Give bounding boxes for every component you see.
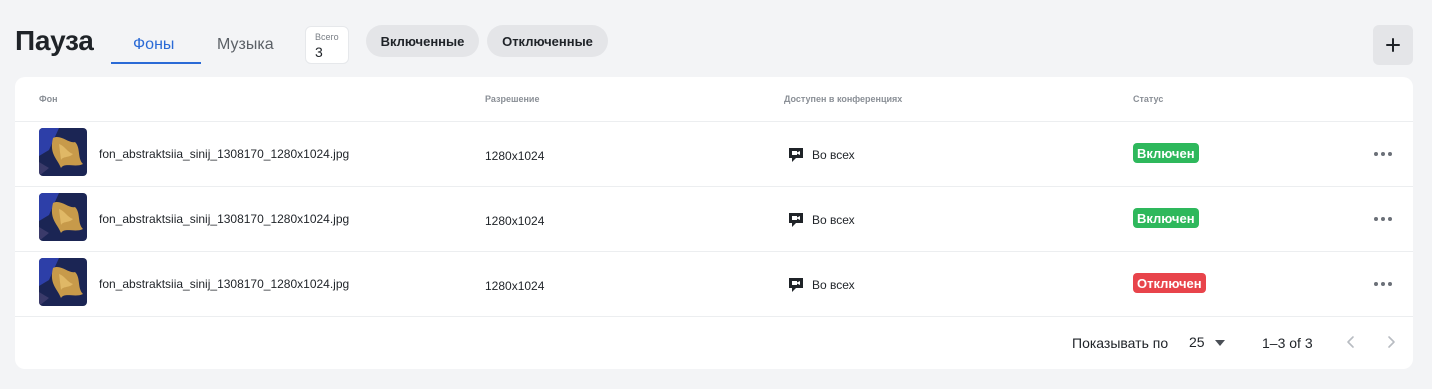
total-label: Всего bbox=[315, 32, 339, 42]
rows-per-page-select[interactable]: 25 bbox=[1189, 334, 1226, 352]
conferences-availability: Во всех bbox=[812, 278, 855, 292]
table-footer-divider bbox=[15, 316, 1413, 317]
rows-per-page-label: Показывать по bbox=[1072, 335, 1169, 351]
total-counter: Всего 3 bbox=[305, 26, 349, 64]
page-header: Пауза Фоны Музыка Всего 3 Включенные Отк… bbox=[0, 0, 1432, 76]
backgrounds-table: Фон Разрешение Доступен в конференциях С… bbox=[15, 77, 1413, 369]
video-conference-icon bbox=[789, 213, 803, 227]
table-row[interactable]: fon_abstraktsiia_sinij_1308170_1280x1024… bbox=[15, 186, 1413, 251]
pagination-range: 1–3 of 3 bbox=[1262, 335, 1313, 351]
total-value: 3 bbox=[315, 44, 323, 60]
rows-per-page-value: 25 bbox=[1189, 334, 1205, 350]
table-row[interactable]: fon_abstraktsiia_sinij_1308170_1280x1024… bbox=[15, 121, 1413, 186]
filter-disabled-button[interactable]: Отключенные bbox=[487, 25, 608, 57]
column-header-status: Статус bbox=[1133, 94, 1164, 104]
video-conference-icon bbox=[789, 148, 803, 162]
active-tab-indicator bbox=[111, 62, 201, 64]
more-options-icon[interactable] bbox=[1372, 144, 1394, 164]
column-header-conferences: Доступен в конференциях bbox=[784, 94, 903, 104]
tab-backgrounds[interactable]: Фоны bbox=[133, 36, 174, 54]
status-badge: Включен bbox=[1133, 143, 1199, 163]
table-row[interactable]: fon_abstraktsiia_sinij_1308170_1280x1024… bbox=[15, 251, 1413, 316]
resolution: 1280x1024 bbox=[485, 214, 545, 228]
resolution: 1280x1024 bbox=[485, 149, 545, 163]
column-header-resolution: Разрешение bbox=[485, 94, 540, 104]
file-name: fon_abstraktsiia_sinij_1308170_1280x1024… bbox=[99, 277, 350, 291]
more-options-icon[interactable] bbox=[1372, 209, 1394, 229]
resolution: 1280x1024 bbox=[485, 279, 545, 293]
background-thumbnail bbox=[39, 128, 87, 176]
file-name: fon_abstraktsiia_sinij_1308170_1280x1024… bbox=[99, 212, 350, 226]
video-conference-icon bbox=[789, 278, 803, 292]
chevron-right-icon[interactable] bbox=[1382, 333, 1400, 351]
add-button[interactable] bbox=[1373, 25, 1413, 65]
conferences-availability: Во всех bbox=[812, 148, 855, 162]
chevron-down-icon bbox=[1215, 339, 1226, 346]
conferences-availability: Во всех bbox=[812, 213, 855, 227]
filter-enabled-button[interactable]: Включенные bbox=[366, 25, 479, 57]
chevron-left-icon[interactable] bbox=[1342, 333, 1360, 351]
background-thumbnail bbox=[39, 193, 87, 241]
more-options-icon[interactable] bbox=[1372, 274, 1394, 294]
background-thumbnail bbox=[39, 258, 87, 306]
plus-icon bbox=[1386, 38, 1400, 52]
column-header-background: Фон bbox=[39, 94, 58, 104]
tab-music[interactable]: Музыка bbox=[217, 36, 274, 54]
page-title: Пауза bbox=[15, 25, 94, 56]
status-badge: Включен bbox=[1133, 208, 1199, 228]
file-name: fon_abstraktsiia_sinij_1308170_1280x1024… bbox=[99, 147, 350, 161]
status-badge: Отключен bbox=[1133, 273, 1206, 293]
